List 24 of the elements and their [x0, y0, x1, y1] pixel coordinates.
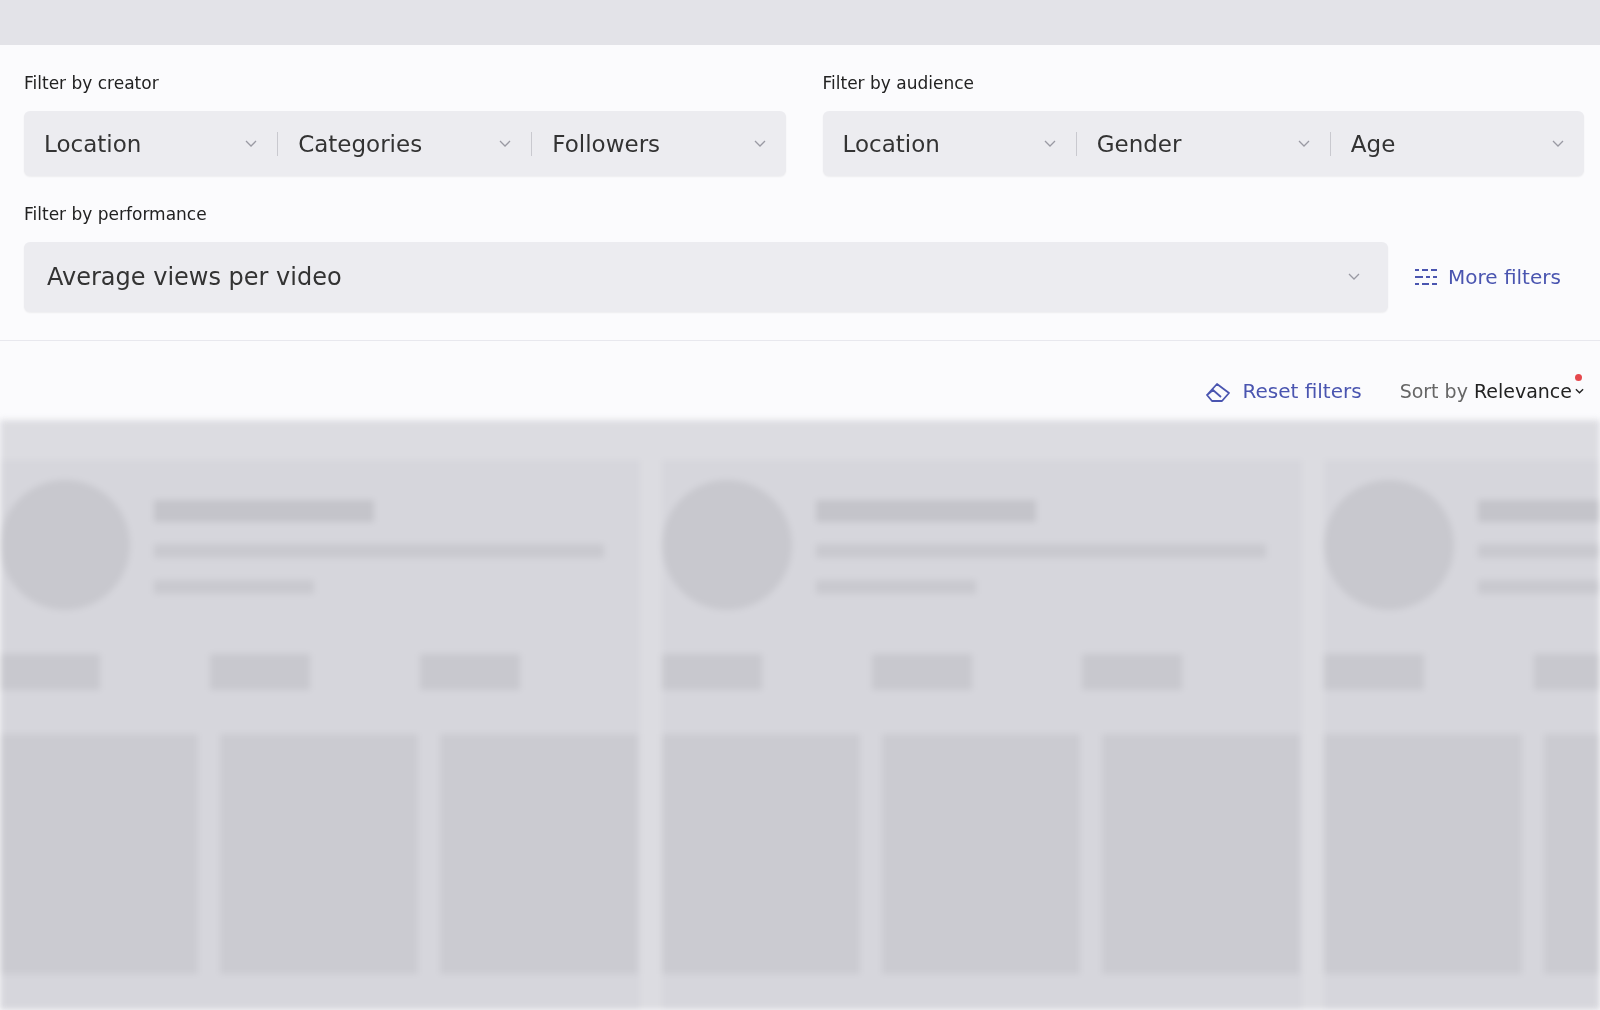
- chevron-down-icon: [1552, 139, 1564, 148]
- reset-filters-button[interactable]: Reset filters: [1198, 375, 1368, 407]
- filter-dropdown[interactable]: Followers: [532, 111, 786, 176]
- more-filters-button[interactable]: More filters: [1408, 261, 1567, 293]
- filter-dropdown[interactable]: Location: [822, 111, 1076, 176]
- chevron-down-icon: [245, 139, 258, 148]
- filter-group-label: Filter by creator: [24, 73, 159, 93]
- filter-dropdown[interactable]: Location: [24, 111, 278, 176]
- chevron-down-icon: [1575, 388, 1584, 394]
- chevron-down-icon: [1348, 273, 1360, 281]
- sort-label: Sort by: [1399, 380, 1468, 402]
- sort-dropdown[interactable]: Relevance: [1473, 380, 1584, 402]
- filter-list-icon: [1414, 268, 1438, 286]
- filter-dropdown[interactable]: Categories: [278, 111, 532, 176]
- chevron-down-icon: [499, 139, 512, 148]
- filter-group-label: Filter by audience: [822, 73, 974, 93]
- filter-group-label: Filter by performance: [24, 204, 207, 224]
- chevron-down-icon: [753, 139, 766, 148]
- performance-dropdown[interactable]: Average views per video: [24, 242, 1388, 312]
- chevron-down-icon: [1043, 139, 1056, 148]
- filter-dropdown[interactable]: Gender: [1076, 111, 1330, 176]
- eraser-icon: [1204, 380, 1233, 402]
- filter-dropdown[interactable]: Age: [1330, 111, 1584, 176]
- chevron-down-icon: [1297, 139, 1310, 148]
